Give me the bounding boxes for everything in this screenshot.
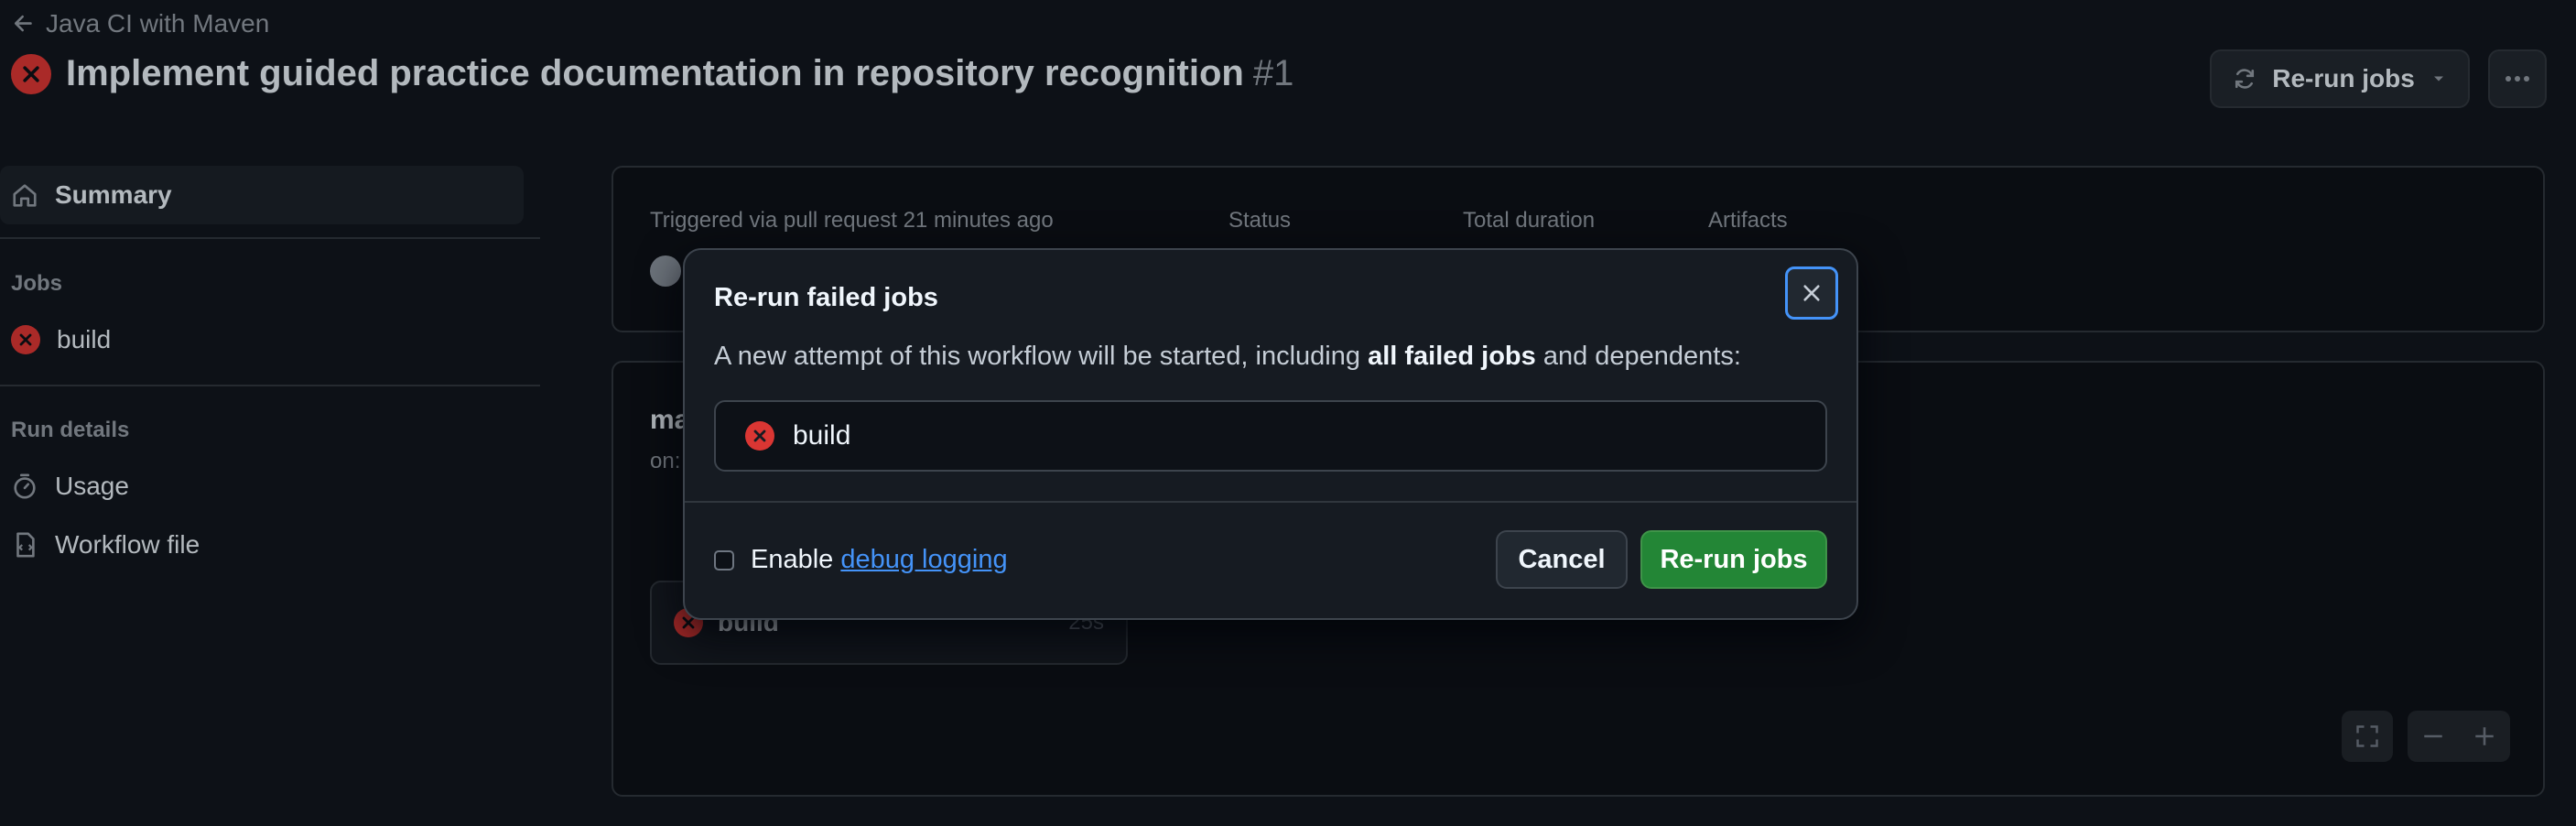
sidebar-item-workflow-file[interactable]: Workflow file <box>0 516 200 574</box>
sidebar-run-details-heading: Run details <box>11 418 130 442</box>
fullscreen-button[interactable] <box>2342 711 2393 762</box>
debug-logging-checkbox[interactable] <box>714 549 734 571</box>
more-options-button[interactable] <box>2488 49 2547 108</box>
rerun-jobs-dropdown-button[interactable]: Re-run jobs <box>2210 49 2470 108</box>
minus-icon <box>2424 734 2442 738</box>
rerun-jobs-button[interactable]: Re-run jobs <box>1640 530 1827 589</box>
failure-status-icon <box>745 421 774 451</box>
home-icon <box>13 184 37 207</box>
sidebar-item-summary[interactable]: Summary <box>0 166 524 224</box>
avatar[interactable] <box>650 255 681 287</box>
sidebar-summary-label: Summary <box>55 180 172 209</box>
page-title-row: Implement guided practice documentation … <box>11 53 1293 94</box>
fullscreen-icon <box>2356 725 2378 747</box>
file-code-icon <box>16 532 35 558</box>
artifacts-label: Artifacts <box>1708 208 1788 233</box>
rerun-jobs-label: Re-run jobs <box>2272 64 2415 92</box>
cancel-button[interactable]: Cancel <box>1496 530 1628 589</box>
sidebar-job-label: build <box>57 325 112 353</box>
dialog-description-emphasis: all failed jobs <box>1368 342 1536 371</box>
sidebar-divider <box>0 237 540 239</box>
rerun-failed-jobs-dialog: Re-run failed jobs A new attempt of this… <box>683 248 1858 620</box>
stopwatch-icon <box>14 473 36 499</box>
zoom-in-button[interactable] <box>2459 711 2510 762</box>
sync-icon <box>2235 69 2255 89</box>
status-label: Status <box>1228 208 1292 233</box>
debug-logging-link[interactable]: debug logging <box>840 545 1007 574</box>
workflow-trigger: on: <box>650 449 681 473</box>
back-link[interactable]: Java CI with Maven <box>11 9 269 38</box>
plus-icon <box>2475 727 2494 745</box>
kebab-horizontal-icon <box>2506 76 2529 82</box>
run-number: #1 <box>1252 53 1294 93</box>
sidebar-item-usage[interactable]: Usage <box>0 457 129 516</box>
close-icon <box>1803 285 1820 301</box>
sidebar-workflow-file-label: Workflow file <box>55 530 200 559</box>
dialog-divider <box>685 501 1856 503</box>
arrow-left-icon <box>14 15 32 32</box>
dialog-close-button[interactable] <box>1785 266 1838 320</box>
dialog-title: Re-run failed jobs <box>714 283 938 312</box>
sidebar-divider <box>0 385 540 386</box>
total-duration-label: Total duration <box>1463 208 1596 233</box>
sidebar-item-job-build[interactable]: build <box>0 310 111 369</box>
failure-status-icon <box>11 53 51 94</box>
dialog-job-label: build <box>793 420 851 451</box>
dialog-job-item: build <box>714 400 1827 472</box>
sidebar-jobs-heading: Jobs <box>11 271 63 296</box>
triggered-label: Triggered via pull request 21 minutes ag… <box>650 208 1054 233</box>
zoom-out-button[interactable] <box>2408 711 2459 762</box>
back-link-label: Java CI with Maven <box>46 9 270 38</box>
dialog-description: A new attempt of this workflow will be s… <box>714 342 1741 371</box>
page-title: Implement guided practice documentation … <box>66 53 1294 93</box>
enable-label: Enable <box>751 545 841 574</box>
failure-status-icon <box>11 325 40 354</box>
caret-down-icon <box>2433 76 2443 82</box>
sidebar-usage-label: Usage <box>55 472 129 500</box>
debug-logging-option: Enable debug logging <box>714 545 1008 575</box>
